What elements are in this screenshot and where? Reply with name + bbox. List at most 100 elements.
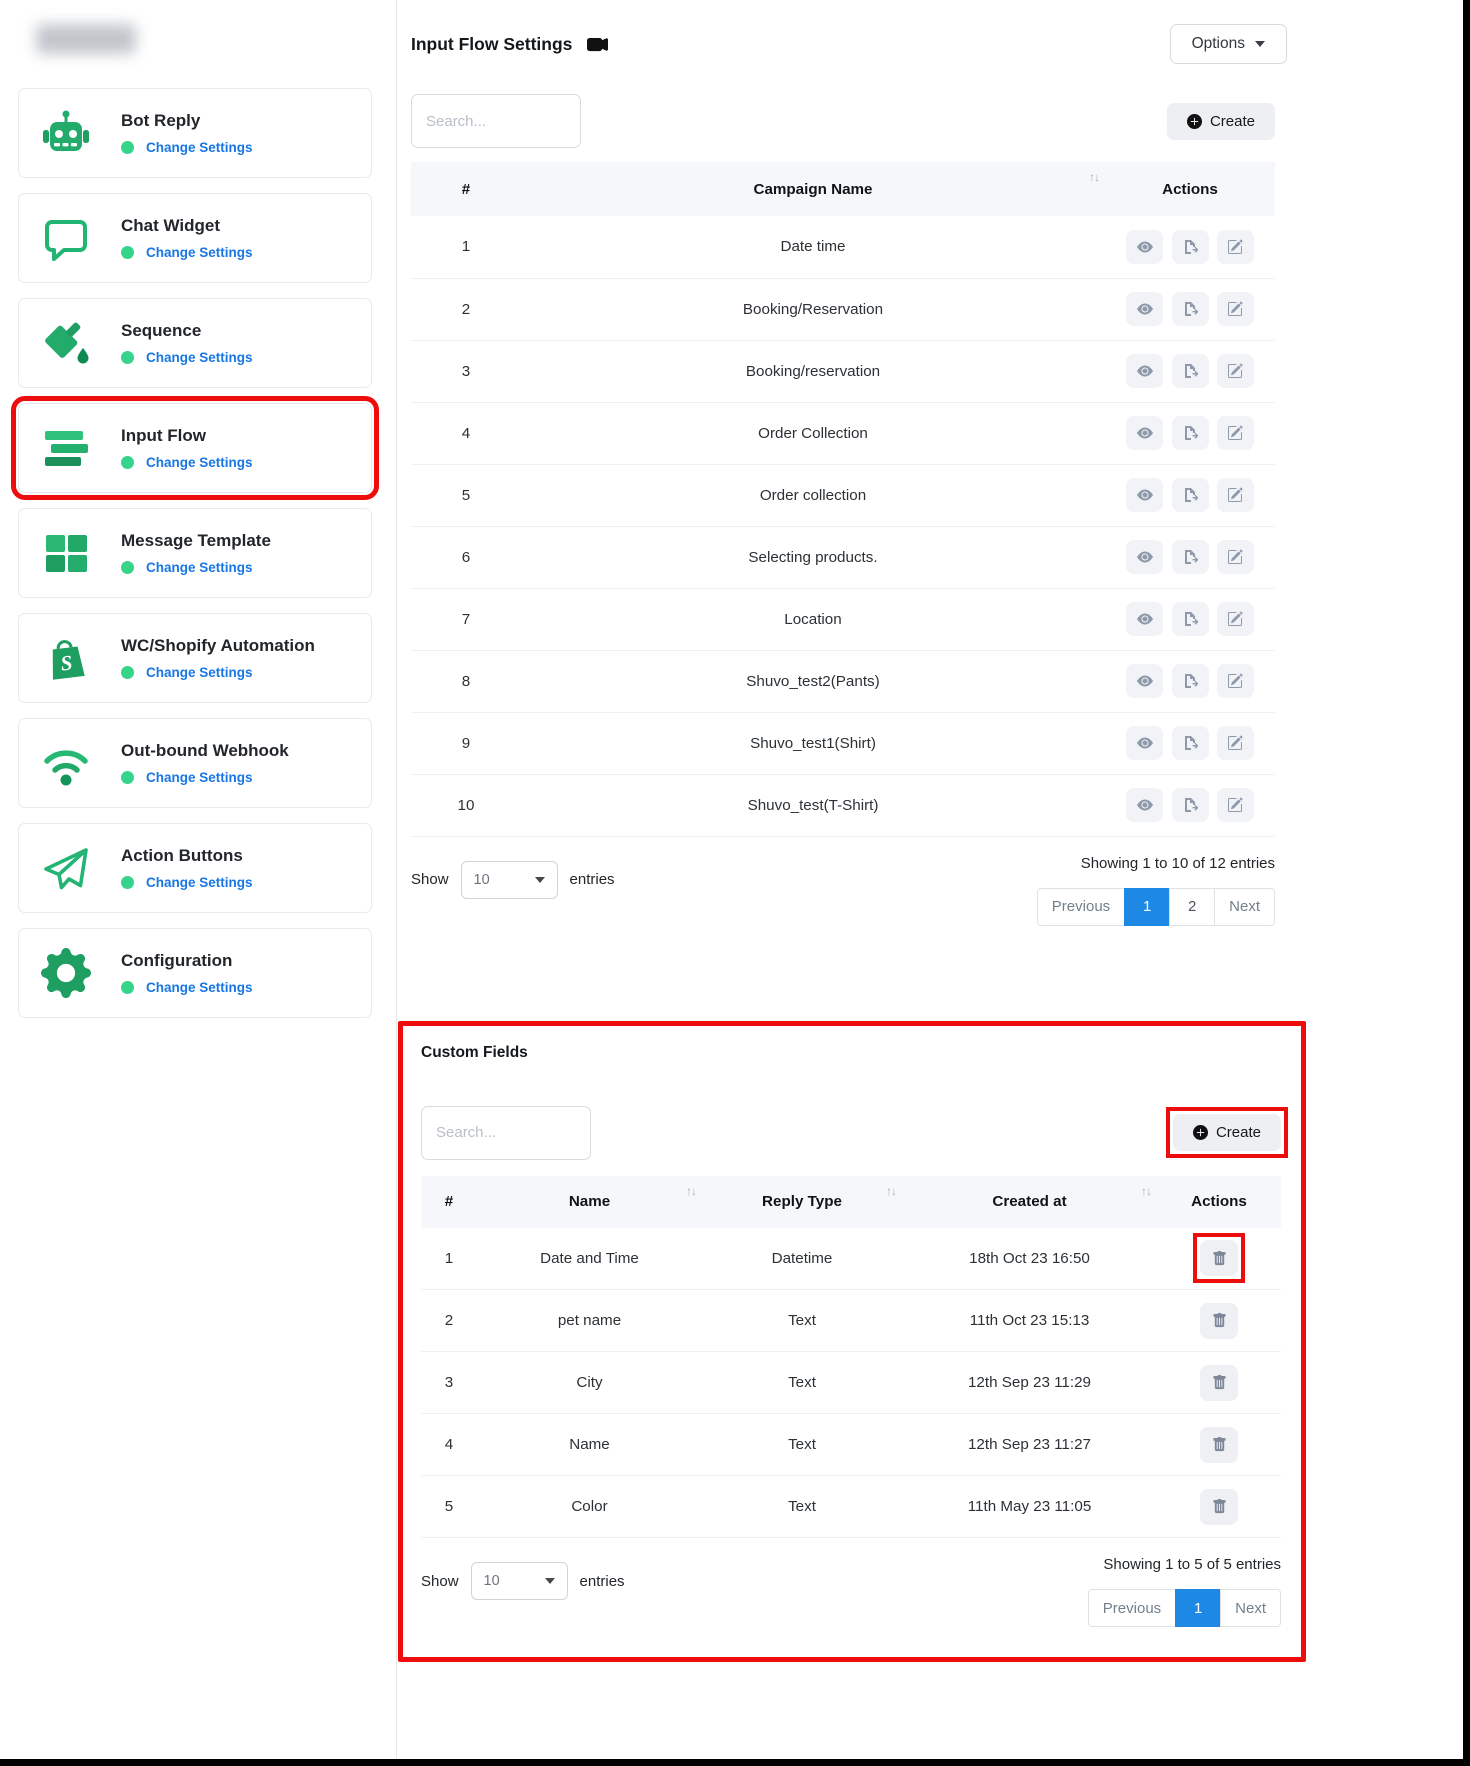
edit-button[interactable] (1217, 664, 1254, 698)
export-button[interactable] (1172, 292, 1209, 326)
sidebar-item-outbound-webhook[interactable]: Out-bound Webhook Change Settings (18, 718, 372, 808)
previous-page-button[interactable]: Previous (1088, 1589, 1176, 1627)
col-header-campaign-name[interactable]: Campaign Name ↑↓ (521, 162, 1105, 216)
sidebar-item-configuration[interactable]: Configuration Change Settings (18, 928, 372, 1018)
entries-select[interactable]: 10 (461, 861, 558, 899)
export-button[interactable] (1172, 416, 1209, 450)
col-header-num[interactable]: # (411, 162, 521, 216)
export-button[interactable] (1172, 602, 1209, 636)
change-settings-link[interactable]: Change Settings (146, 560, 253, 575)
campaign-name: Shuvo_test2(Pants) (521, 650, 1105, 712)
change-settings-link[interactable]: Change Settings (146, 980, 253, 995)
custom-fields-create-button[interactable]: Create (1173, 1114, 1281, 1151)
edit-button[interactable] (1217, 230, 1254, 264)
export-button[interactable] (1172, 230, 1209, 264)
options-label: Options (1192, 35, 1245, 53)
export-button[interactable] (1172, 788, 1209, 822)
export-button[interactable] (1172, 726, 1209, 760)
change-settings-link[interactable]: Change Settings (146, 770, 253, 785)
change-settings-link[interactable]: Change Settings (146, 350, 253, 365)
status-dot (121, 456, 134, 469)
col-header-num[interactable]: # (421, 1176, 477, 1228)
sort-icon[interactable]: ↑↓ (1141, 1184, 1151, 1198)
edit-button[interactable] (1217, 292, 1254, 326)
view-button[interactable] (1126, 416, 1163, 450)
wifi-icon (37, 736, 95, 790)
search-input[interactable] (411, 94, 581, 148)
app-page: Bot Reply Change Settings Chat Widget (0, 0, 1470, 1766)
edit-icon (1227, 425, 1243, 441)
export-button[interactable] (1172, 540, 1209, 574)
view-button[interactable] (1126, 292, 1163, 326)
row-num: 2 (411, 278, 521, 340)
change-settings-link[interactable]: Change Settings (146, 455, 253, 470)
create-label: Create (1210, 113, 1255, 130)
row-num: 3 (421, 1352, 477, 1414)
sidebar-item-message-template[interactable]: Message Template Change Settings (18, 508, 372, 598)
sidebar-item-bot-reply[interactable]: Bot Reply Change Settings (18, 88, 372, 178)
col-header-reply-type[interactable]: Reply Type ↑↓ (702, 1176, 902, 1228)
next-page-button[interactable]: Next (1214, 888, 1275, 926)
edit-icon (1227, 673, 1243, 689)
edit-button[interactable] (1217, 726, 1254, 760)
table-row: 4 Order Collection (411, 402, 1275, 464)
sidebar-item-sequence[interactable]: Sequence Change Settings (18, 298, 372, 388)
sort-icon[interactable]: ↑↓ (686, 1184, 696, 1198)
view-button[interactable] (1126, 540, 1163, 574)
sidebar-item-input-flow[interactable]: Input Flow Change Settings (18, 403, 372, 493)
page-button-1[interactable]: 1 (1175, 1589, 1221, 1627)
edit-button[interactable] (1217, 602, 1254, 636)
custom-fields-search-input[interactable] (421, 1106, 591, 1160)
edit-icon (1227, 239, 1243, 255)
export-button[interactable] (1172, 478, 1209, 512)
view-button[interactable] (1126, 478, 1163, 512)
view-button[interactable] (1126, 664, 1163, 698)
delete-button[interactable] (1200, 1365, 1238, 1401)
entries-select[interactable]: 10 (471, 1562, 568, 1600)
change-settings-link[interactable]: Change Settings (146, 875, 253, 890)
view-button[interactable] (1126, 230, 1163, 264)
edit-button[interactable] (1217, 416, 1254, 450)
video-camera-icon[interactable] (587, 34, 608, 55)
view-button[interactable] (1126, 602, 1163, 636)
sidebar-item-wc-shopify-automation[interactable]: S WC/Shopify Automation Change Settings (18, 613, 372, 703)
delete-button[interactable] (1200, 1427, 1238, 1463)
col-header-name[interactable]: Name ↑↓ (477, 1176, 702, 1228)
sort-icon[interactable]: ↑↓ (886, 1184, 896, 1198)
sidebar-item-chat-widget[interactable]: Chat Widget Change Settings (18, 193, 372, 283)
create-button[interactable]: Create (1167, 103, 1275, 140)
view-button[interactable] (1126, 726, 1163, 760)
page-button-1[interactable]: 1 (1124, 888, 1170, 926)
delete-button[interactable] (1200, 1240, 1238, 1276)
edit-button[interactable] (1217, 478, 1254, 512)
chat-bubble-icon (37, 211, 95, 265)
campaigns-table: # Campaign Name ↑↓ Actions 1 Date time (411, 162, 1275, 837)
sidebar-item-action-buttons[interactable]: Action Buttons Change Settings (18, 823, 372, 913)
row-num: 1 (421, 1228, 477, 1290)
edit-button[interactable] (1217, 540, 1254, 574)
created-at: 11th May 23 11:05 (902, 1476, 1157, 1538)
reply-type: Text (702, 1352, 902, 1414)
change-settings-link[interactable]: Change Settings (146, 140, 253, 155)
edit-button[interactable] (1217, 354, 1254, 388)
options-button[interactable]: Options (1170, 24, 1287, 64)
edit-button[interactable] (1217, 788, 1254, 822)
next-page-button[interactable]: Next (1220, 1589, 1281, 1627)
change-settings-link[interactable]: Change Settings (146, 245, 253, 260)
page-button-2[interactable]: 2 (1169, 888, 1215, 926)
eye-icon (1137, 797, 1153, 813)
col-header-created-at[interactable]: Created at ↑↓ (902, 1176, 1157, 1228)
view-button[interactable] (1126, 354, 1163, 388)
export-button[interactable] (1172, 664, 1209, 698)
sort-icon[interactable]: ↑↓ (1089, 170, 1099, 184)
delete-button[interactable] (1200, 1303, 1238, 1339)
delete-button[interactable] (1200, 1489, 1238, 1525)
previous-page-button[interactable]: Previous (1037, 888, 1125, 926)
campaign-name: Booking/Reservation (521, 278, 1105, 340)
view-button[interactable] (1126, 788, 1163, 822)
export-button[interactable] (1172, 354, 1209, 388)
file-export-icon (1182, 425, 1198, 441)
status-dot (121, 876, 134, 889)
change-settings-link[interactable]: Change Settings (146, 665, 253, 680)
sidebar-item-label: Chat Widget (121, 216, 253, 236)
